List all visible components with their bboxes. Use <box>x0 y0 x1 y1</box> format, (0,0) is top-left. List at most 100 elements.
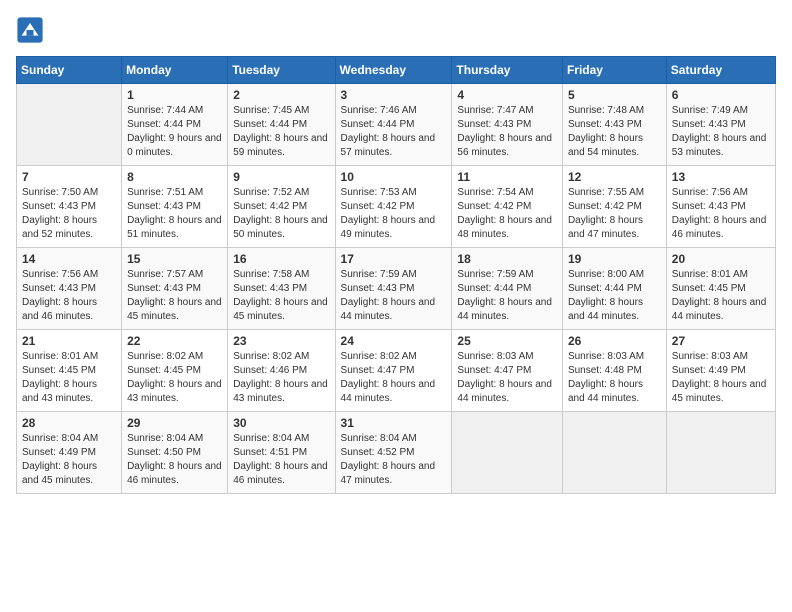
day-info: Sunrise: 7:54 AMSunset: 4:42 PMDaylight:… <box>457 186 557 242</box>
weekday-header: Monday <box>122 57 228 84</box>
day-number: 30 <box>233 416 329 430</box>
day-info: Sunrise: 8:03 AMSunset: 4:49 PMDaylight:… <box>672 350 770 406</box>
day-number: 27 <box>672 334 770 348</box>
day-number: 11 <box>457 170 557 184</box>
day-info: Sunrise: 7:59 AMSunset: 4:44 PMDaylight:… <box>457 268 557 324</box>
day-number: 12 <box>568 170 661 184</box>
header-row: SundayMondayTuesdayWednesdayThursdayFrid… <box>17 57 776 84</box>
calendar-cell: 31Sunrise: 8:04 AMSunset: 4:52 PMDayligh… <box>335 412 452 494</box>
day-number: 29 <box>127 416 222 430</box>
calendar-cell: 21Sunrise: 8:01 AMSunset: 4:45 PMDayligh… <box>17 330 122 412</box>
calendar-cell: 5 Sunrise: 7:48 AMSunset: 4:43 PMDaylight… <box>562 84 666 166</box>
calendar-cell: 12 Sunrise: 7:55 AMSunset: 4:42 PMDayligh… <box>562 166 666 248</box>
day-number: 26 <box>568 334 661 348</box>
page-header <box>16 16 776 44</box>
calendar-cell: 14 Sunrise: 7:56 AMSunset: 4:43 PMDayligh… <box>17 248 122 330</box>
day-info: Sunrise: 7:52 AMSunset: 4:42 PMDaylight:… <box>233 186 329 242</box>
calendar-cell: 20 Sunrise: 8:01 AMSunset: 4:45 PMDayligh… <box>666 248 775 330</box>
calendar-cell: 10Sunrise: 7:53 AMSunset: 4:42 PMDayligh… <box>335 166 452 248</box>
calendar-cell: 23 Sunrise: 8:02 AMSunset: 4:46 PMDayligh… <box>228 330 335 412</box>
weekday-header: Wednesday <box>335 57 452 84</box>
calendar-cell: 1 Sunrise: 7:44 AMSunset: 4:44 PMDaylight… <box>122 84 228 166</box>
weekday-header: Saturday <box>666 57 775 84</box>
calendar-cell: 16 Sunrise: 7:58 AMSunset: 4:43 PMDayligh… <box>228 248 335 330</box>
day-info: Sunrise: 7:50 AMSunset: 4:43 PMDaylight:… <box>22 186 116 242</box>
calendar-cell: 7 Sunrise: 7:50 AMSunset: 4:43 PMDaylight… <box>17 166 122 248</box>
calendar-week-row: 14 Sunrise: 7:56 AMSunset: 4:43 PMDayligh… <box>17 248 776 330</box>
day-info: Sunrise: 7:45 AMSunset: 4:44 PMDaylight:… <box>233 104 329 160</box>
day-number: 6 <box>672 88 770 102</box>
day-info: Sunrise: 8:02 AMSunset: 4:45 PMDaylight:… <box>127 350 222 406</box>
calendar-cell: 19Sunrise: 8:00 AMSunset: 4:44 PMDayligh… <box>562 248 666 330</box>
day-info: Sunrise: 7:55 AMSunset: 4:42 PMDaylight:… <box>568 186 661 242</box>
day-number: 15 <box>127 252 222 266</box>
calendar-week-row: 7 Sunrise: 7:50 AMSunset: 4:43 PMDaylight… <box>17 166 776 248</box>
weekday-header: Sunday <box>17 57 122 84</box>
calendar-cell: 4Sunrise: 7:47 AMSunset: 4:43 PMDaylight… <box>452 84 563 166</box>
day-info: Sunrise: 7:44 AMSunset: 4:44 PMDaylight:… <box>127 104 222 160</box>
calendar-cell: 8 Sunrise: 7:51 AMSunset: 4:43 PMDaylight… <box>122 166 228 248</box>
calendar-cell <box>562 412 666 494</box>
weekday-header: Tuesday <box>228 57 335 84</box>
day-number: 1 <box>127 88 222 102</box>
day-info: Sunrise: 8:01 AMSunset: 4:45 PMDaylight:… <box>22 350 116 406</box>
day-info: Sunrise: 8:04 AMSunset: 4:51 PMDaylight:… <box>233 432 329 488</box>
day-number: 20 <box>672 252 770 266</box>
day-number: 18 <box>457 252 557 266</box>
day-info: Sunrise: 7:49 AMSunset: 4:43 PMDaylight:… <box>672 104 770 160</box>
logo-icon <box>16 16 44 44</box>
day-number: 2 <box>233 88 329 102</box>
day-number: 8 <box>127 170 222 184</box>
day-number: 3 <box>341 88 447 102</box>
calendar-cell: 30 Sunrise: 8:04 AMSunset: 4:51 PMDayligh… <box>228 412 335 494</box>
calendar-cell <box>666 412 775 494</box>
logo <box>16 16 48 44</box>
calendar-header: SundayMondayTuesdayWednesdayThursdayFrid… <box>17 57 776 84</box>
calendar-cell: 11 Sunrise: 7:54 AMSunset: 4:42 PMDayligh… <box>452 166 563 248</box>
day-number: 9 <box>233 170 329 184</box>
day-info: Sunrise: 7:51 AMSunset: 4:43 PMDaylight:… <box>127 186 222 242</box>
calendar-cell: 22 Sunrise: 8:02 AMSunset: 4:45 PMDayligh… <box>122 330 228 412</box>
calendar-cell: 25Sunrise: 8:03 AMSunset: 4:47 PMDayligh… <box>452 330 563 412</box>
calendar-cell: 24 Sunrise: 8:02 AMSunset: 4:47 PMDayligh… <box>335 330 452 412</box>
day-info: Sunrise: 8:03 AMSunset: 4:48 PMDaylight:… <box>568 350 661 406</box>
day-number: 22 <box>127 334 222 348</box>
day-number: 19 <box>568 252 661 266</box>
day-info: Sunrise: 7:48 AMSunset: 4:43 PMDaylight:… <box>568 104 661 160</box>
calendar-cell: 17 Sunrise: 7:59 AMSunset: 4:43 PMDayligh… <box>335 248 452 330</box>
day-info: Sunrise: 8:04 AMSunset: 4:50 PMDaylight:… <box>127 432 222 488</box>
calendar-cell: 2 Sunrise: 7:45 AMSunset: 4:44 PMDaylight… <box>228 84 335 166</box>
day-info: Sunrise: 8:02 AMSunset: 4:46 PMDaylight:… <box>233 350 329 406</box>
day-number: 7 <box>22 170 116 184</box>
day-number: 14 <box>22 252 116 266</box>
day-info: Sunrise: 8:04 AMSunset: 4:49 PMDaylight:… <box>22 432 116 488</box>
calendar-cell: 27 Sunrise: 8:03 AMSunset: 4:49 PMDayligh… <box>666 330 775 412</box>
calendar-cell: 9 Sunrise: 7:52 AMSunset: 4:42 PMDaylight… <box>228 166 335 248</box>
calendar-cell <box>17 84 122 166</box>
day-number: 5 <box>568 88 661 102</box>
calendar-week-row: 21Sunrise: 8:01 AMSunset: 4:45 PMDayligh… <box>17 330 776 412</box>
day-number: 17 <box>341 252 447 266</box>
day-info: Sunrise: 7:57 AMSunset: 4:43 PMDaylight:… <box>127 268 222 324</box>
day-number: 31 <box>341 416 447 430</box>
day-info: Sunrise: 8:03 AMSunset: 4:47 PMDaylight:… <box>457 350 557 406</box>
day-info: Sunrise: 7:58 AMSunset: 4:43 PMDaylight:… <box>233 268 329 324</box>
calendar-cell: 18 Sunrise: 7:59 AMSunset: 4:44 PMDayligh… <box>452 248 563 330</box>
day-info: Sunrise: 8:02 AMSunset: 4:47 PMDaylight:… <box>341 350 447 406</box>
day-number: 28 <box>22 416 116 430</box>
calendar-cell: 13Sunrise: 7:56 AMSunset: 4:43 PMDayligh… <box>666 166 775 248</box>
day-info: Sunrise: 7:46 AMSunset: 4:44 PMDaylight:… <box>341 104 447 160</box>
day-number: 16 <box>233 252 329 266</box>
day-number: 23 <box>233 334 329 348</box>
calendar-table: SundayMondayTuesdayWednesdayThursdayFrid… <box>16 56 776 494</box>
calendar-cell: 15 Sunrise: 7:57 AMSunset: 4:43 PMDayligh… <box>122 248 228 330</box>
day-info: Sunrise: 8:01 AMSunset: 4:45 PMDaylight:… <box>672 268 770 324</box>
weekday-header: Friday <box>562 57 666 84</box>
calendar-week-row: 28 Sunrise: 8:04 AMSunset: 4:49 PMDayligh… <box>17 412 776 494</box>
calendar-cell <box>452 412 563 494</box>
day-number: 4 <box>457 88 557 102</box>
day-number: 24 <box>341 334 447 348</box>
day-info: Sunrise: 7:59 AMSunset: 4:43 PMDaylight:… <box>341 268 447 324</box>
calendar-cell: 26 Sunrise: 8:03 AMSunset: 4:48 PMDayligh… <box>562 330 666 412</box>
day-info: Sunrise: 7:56 AMSunset: 4:43 PMDaylight:… <box>22 268 116 324</box>
